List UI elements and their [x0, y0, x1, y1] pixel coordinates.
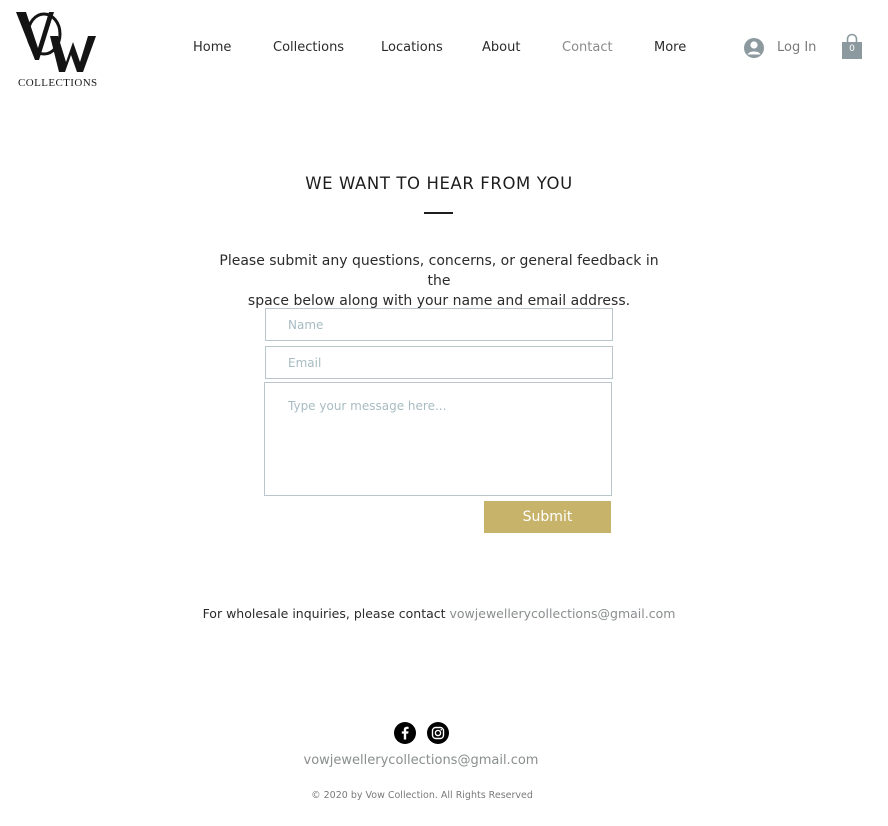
- nav-contact[interactable]: Contact: [562, 40, 613, 55]
- nav-locations[interactable]: Locations: [381, 40, 443, 55]
- logo-subtitle: COLLECTIONS: [18, 77, 98, 89]
- wholesale-email-link[interactable]: vowjewellerycollections@gmail.com: [450, 606, 676, 621]
- cart-button[interactable]: 0: [840, 33, 864, 61]
- facebook-icon[interactable]: [394, 722, 416, 744]
- cart-count: 0: [849, 44, 855, 54]
- copyright-text: © 2020 by Vow Collection. All Rights Res…: [311, 790, 533, 801]
- wholesale-text: For wholesale inquiries, please contact: [202, 606, 450, 621]
- nav-about[interactable]: About: [482, 40, 520, 55]
- wholesale-note: For wholesale inquiries, please contact …: [0, 606, 878, 621]
- nav-collections[interactable]: Collections: [273, 40, 344, 55]
- page-title: WE WANT TO HEAR FROM YOU: [305, 174, 573, 193]
- message-placeholder: Type your message here...: [288, 399, 447, 413]
- email-field[interactable]: Email: [265, 346, 613, 379]
- vow-logo-mark: [16, 12, 96, 72]
- instagram-icon[interactable]: [427, 722, 449, 744]
- brand-logo[interactable]: COLLECTIONS: [14, 8, 104, 92]
- login-label: Log In: [777, 40, 817, 55]
- nav-more[interactable]: More: [654, 40, 686, 55]
- heading-divider: [424, 212, 453, 214]
- intro-line-1: Please submit any questions, concerns, o…: [219, 253, 659, 289]
- message-field[interactable]: Type your message here...: [264, 382, 612, 496]
- footer-email-link[interactable]: vowjewellerycollections@gmail.com: [0, 753, 842, 768]
- nav-home[interactable]: Home: [193, 40, 231, 55]
- user-avatar-icon: [744, 38, 764, 58]
- name-field[interactable]: Name: [265, 308, 613, 341]
- intro-text: Please submit any questions, concerns, o…: [210, 251, 668, 311]
- submit-button[interactable]: Submit: [484, 501, 611, 533]
- email-placeholder: Email: [288, 356, 322, 370]
- name-placeholder: Name: [288, 318, 324, 332]
